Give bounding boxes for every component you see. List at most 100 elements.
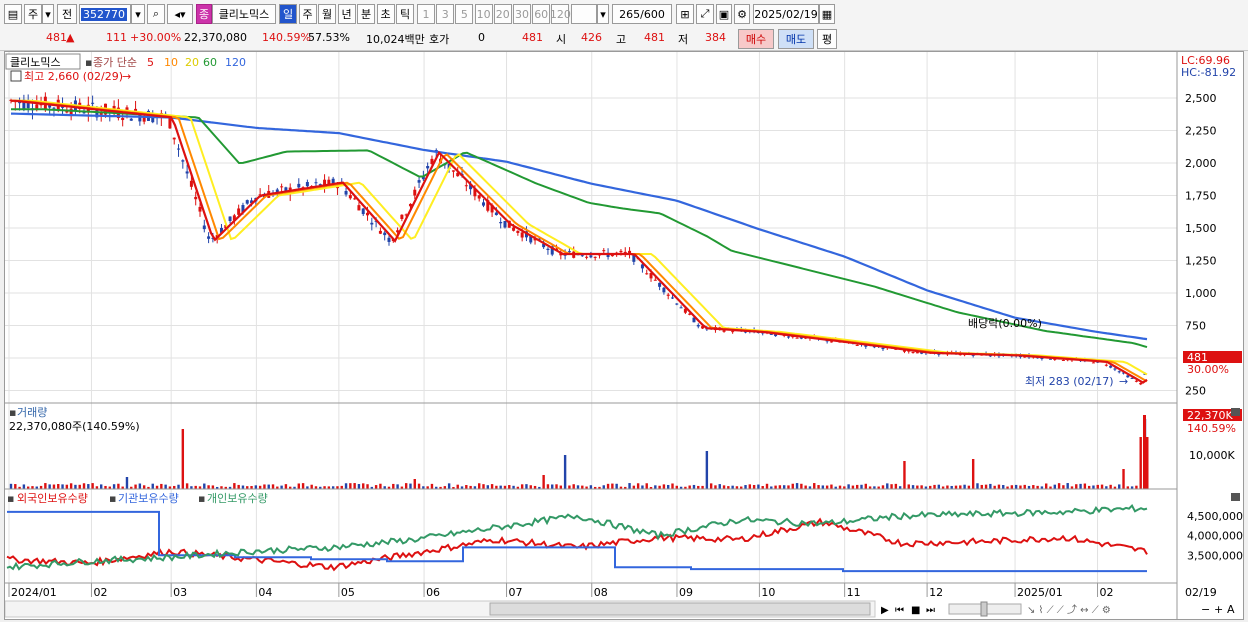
candle-body	[795, 337, 799, 339]
candle-body	[353, 198, 357, 200]
draw-tools-icon[interactable]: ↘ ⌇ ⟋ ⟋ ⤴ ↔ ⟋ ⚙	[1027, 603, 1111, 616]
volume-bar	[413, 479, 416, 489]
type-select[interactable]: 전	[57, 4, 77, 24]
chart-tool-icon[interactable]: ⤢	[696, 4, 714, 24]
forward-icon[interactable]: ⏭	[926, 605, 935, 616]
price-y-tick: 1,250	[1185, 255, 1217, 268]
speaker-icon[interactable]: ◂▾	[167, 4, 193, 24]
volume-bar	[14, 484, 17, 489]
volume-bar	[628, 483, 631, 489]
print-icon[interactable]: ▣	[716, 4, 732, 24]
candle-body	[786, 336, 790, 338]
price-y-tick: 2,250	[1185, 125, 1217, 138]
stop-icon[interactable]: ■	[911, 605, 920, 616]
volume-panel: ▪ 거래량 22,370,080주(140.59%) 22,370K 140.5…	[5, 406, 1242, 490]
volume-bar	[1010, 485, 1014, 489]
chart-svg[interactable]: 2505007501,0001,2501,5001,7502,0002,2502…	[4, 52, 1243, 619]
type-select-value: 전	[61, 8, 73, 21]
chart-menu-icon[interactable]: ▤	[4, 4, 22, 24]
volume-bar	[447, 483, 451, 489]
period-tab-4[interactable]: 분	[357, 4, 375, 24]
volume-bar	[886, 483, 889, 489]
volume-bar	[61, 484, 64, 489]
volume-bar	[284, 484, 288, 489]
volume-bar	[138, 483, 142, 489]
candle-body	[645, 273, 649, 275]
volume-bar	[589, 485, 593, 489]
scroll-right-icon[interactable]: ▶	[881, 605, 889, 616]
zoom-slider-handle[interactable]	[980, 601, 988, 617]
interval-tab-1[interactable]: 1	[417, 4, 435, 24]
interval-dropdown-icon[interactable]: ▾	[597, 4, 609, 24]
period-tab-6[interactable]: 틱	[396, 4, 414, 24]
interval-input[interactable]	[571, 4, 597, 24]
volume-close-icon[interactable]	[1231, 408, 1240, 416]
rewind-icon[interactable]: ⏮	[895, 605, 904, 616]
period-tab-5[interactable]: 초	[376, 4, 395, 24]
calendar-icon[interactable]: ▦	[819, 4, 835, 24]
volume-bar	[207, 485, 210, 489]
zoom-icon[interactable]: ⊞	[676, 4, 694, 24]
interval-tab-30[interactable]: 30	[513, 4, 531, 24]
interval-tab-10[interactable]: 10	[474, 4, 493, 24]
x-tick-label: 04	[258, 586, 272, 599]
volume-bar	[954, 485, 958, 489]
eval-button[interactable]: 평	[817, 29, 837, 49]
volume-bar	[980, 484, 983, 489]
period-tab-3[interactable]: 년	[337, 4, 356, 24]
interval-tab-120[interactable]: 120	[550, 4, 571, 24]
volume-bar	[117, 483, 120, 489]
candle-body	[679, 307, 683, 309]
candle-body	[185, 171, 189, 174]
interval-tab-60[interactable]: 60	[532, 4, 551, 24]
eval-button-label: 평	[821, 33, 833, 46]
candle-body	[194, 196, 198, 200]
period-tab-2[interactable]: 월	[318, 4, 336, 24]
zoom-in-icon[interactable]: +	[1214, 603, 1223, 616]
volume-bar	[692, 484, 696, 489]
search-icon[interactable]: ⌕	[147, 4, 165, 24]
volume-tag-pct: 140.59%	[1187, 422, 1236, 435]
candle-body	[198, 206, 202, 212]
market-dropdown-icon[interactable]: ▾	[42, 4, 54, 24]
x-tick-label: 09	[679, 586, 693, 599]
period-tab-0[interactable]: 일	[279, 4, 297, 24]
hoga-value: 0	[478, 31, 485, 44]
settings-gear-icon[interactable]: ⚙	[734, 4, 750, 24]
interval-tab-3[interactable]: 3	[436, 4, 455, 24]
period-tab-1[interactable]: 주	[298, 4, 317, 24]
x-tick-label: 03	[173, 586, 187, 599]
chart-area[interactable]: 2505007501,0001,2501,5001,7502,0002,2502…	[4, 51, 1244, 620]
buy-button[interactable]: 매수	[738, 29, 774, 49]
zoom-out-icon[interactable]: −	[1201, 603, 1210, 616]
volume-bar	[847, 484, 850, 489]
volume-bar	[48, 484, 51, 489]
code-dropdown-icon[interactable]: ▾	[131, 4, 145, 24]
date-field[interactable]: 2025/02/19	[753, 4, 819, 24]
auto-scale-icon[interactable]: A	[1227, 603, 1235, 616]
turnover: 57.53%	[308, 31, 350, 44]
candle-body	[413, 189, 417, 196]
holding-close-icon[interactable]	[1231, 493, 1240, 501]
volume-bar	[636, 483, 640, 489]
code-input[interactable]: 352770	[79, 4, 131, 24]
price-y-tick: 1,500	[1185, 222, 1217, 235]
count-field[interactable]: 265/600	[612, 4, 672, 24]
candle-body	[662, 287, 666, 293]
volume-bar	[1019, 485, 1022, 489]
hoga-label: 호가	[429, 33, 450, 46]
x-tick-label: 11	[847, 586, 861, 599]
candle-body	[464, 185, 468, 187]
grid-toggle-icon[interactable]	[10, 70, 22, 82]
interval-tab-5[interactable]: 5	[455, 4, 474, 24]
volume-bar	[478, 483, 481, 489]
interval-tab-20[interactable]: 20	[493, 4, 512, 24]
market-select[interactable]: 주	[24, 4, 42, 24]
x-tick-label: 06	[426, 586, 440, 599]
x-tick-label: 05	[341, 586, 355, 599]
volume-bar	[203, 483, 206, 489]
stock-name-field[interactable]: 클리노믹스	[212, 4, 276, 24]
scrollbar-thumb[interactable]	[489, 602, 871, 616]
sell-button[interactable]: 매도	[778, 29, 814, 49]
price-y-tick: 750	[1185, 320, 1206, 333]
